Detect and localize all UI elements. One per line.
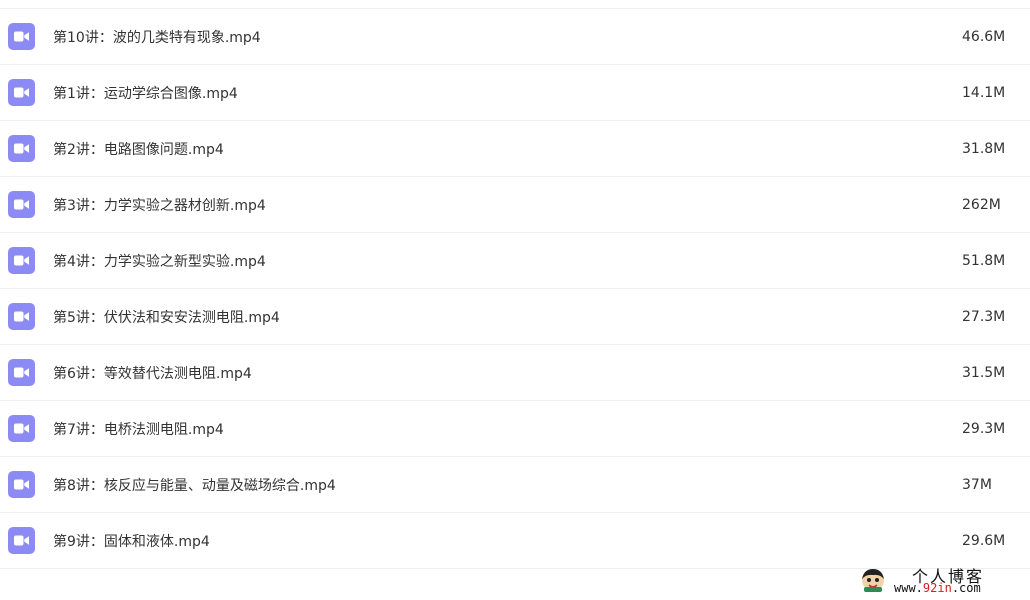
file-name[interactable]: 第9讲：固体和液体.mp4 xyxy=(53,531,1030,551)
file-name[interactable]: 第8讲：核反应与能量、动量及磁场综合.mp4 xyxy=(53,475,1030,495)
file-name[interactable]: 第3讲：力学实验之器材创新.mp4 xyxy=(53,195,1030,215)
table-row[interactable]: 第5讲：伏伏法和安安法测电阻.mp4 27.3M xyxy=(0,289,1030,345)
video-icon xyxy=(8,359,35,386)
table-row[interactable]: 第9讲：固体和液体.mp4 29.6M xyxy=(0,513,1030,569)
file-name[interactable]: 第6讲：等效替代法测电阻.mp4 xyxy=(53,363,1030,383)
file-name[interactable]: 第2讲：电路图像问题.mp4 xyxy=(53,139,1030,159)
file-size: 31.8M xyxy=(962,140,1006,157)
table-row[interactable]: 第3讲：力学实验之器材创新.mp4 262M xyxy=(0,177,1030,233)
file-name[interactable]: 第1讲：运动学综合图像.mp4 xyxy=(53,83,1030,103)
file-name[interactable]: 第7讲：电桥法测电阻.mp4 xyxy=(53,419,1030,439)
watermark-url-suffix: .com xyxy=(951,581,981,595)
table-row[interactable]: 第4讲：力学实验之新型实验.mp4 51.8M xyxy=(0,233,1030,289)
file-size: 46.6M xyxy=(962,28,1006,45)
file-size: 29.3M xyxy=(962,420,1006,437)
file-list: 第10讲：波的几类特有现象.mp4 46.6M 第1讲：运动学综合图像.mp4 … xyxy=(0,9,1030,569)
video-icon xyxy=(8,303,35,330)
table-row[interactable]: 第6讲：等效替代法测电阻.mp4 31.5M xyxy=(0,345,1030,401)
video-icon xyxy=(8,79,35,106)
file-size: 27.3M xyxy=(962,308,1006,325)
table-row[interactable]: 第7讲：电桥法测电阻.mp4 29.3M xyxy=(0,401,1030,457)
video-icon xyxy=(8,415,35,442)
file-size: 31.5M xyxy=(962,364,1006,381)
table-row[interactable]: 第2讲：电路图像问题.mp4 31.8M xyxy=(0,121,1030,177)
file-size: 262M xyxy=(962,196,1001,213)
file-name[interactable]: 第4讲：力学实验之新型实验.mp4 xyxy=(53,251,1030,271)
file-name[interactable]: 第10讲：波的几类特有现象.mp4 xyxy=(53,27,1030,47)
file-size: 29.6M xyxy=(962,532,1006,549)
video-icon xyxy=(8,527,35,554)
video-icon xyxy=(8,191,35,218)
watermark-url: www.92in.com xyxy=(894,581,981,595)
table-row[interactable]: 第1讲：运动学综合图像.mp4 14.1M xyxy=(0,65,1030,121)
video-icon xyxy=(8,247,35,274)
file-size: 37M xyxy=(962,476,992,493)
mascot-avatar-icon xyxy=(862,569,884,592)
site-watermark: 个人博客 www.92in.com xyxy=(860,563,1020,597)
watermark-url-accent: 92in xyxy=(922,581,952,595)
file-name[interactable]: 第5讲：伏伏法和安安法测电阻.mp4 xyxy=(53,307,1030,327)
table-row[interactable]: 第8讲：核反应与能量、动量及磁场综合.mp4 37M xyxy=(0,457,1030,513)
table-row[interactable]: 第10讲：波的几类特有现象.mp4 46.6M xyxy=(0,9,1030,65)
file-size: 14.1M xyxy=(962,84,1006,101)
video-icon xyxy=(8,23,35,50)
video-icon xyxy=(8,135,35,162)
watermark-url-prefix: www. xyxy=(894,581,923,595)
file-size: 51.8M xyxy=(962,252,1006,269)
video-icon xyxy=(8,471,35,498)
